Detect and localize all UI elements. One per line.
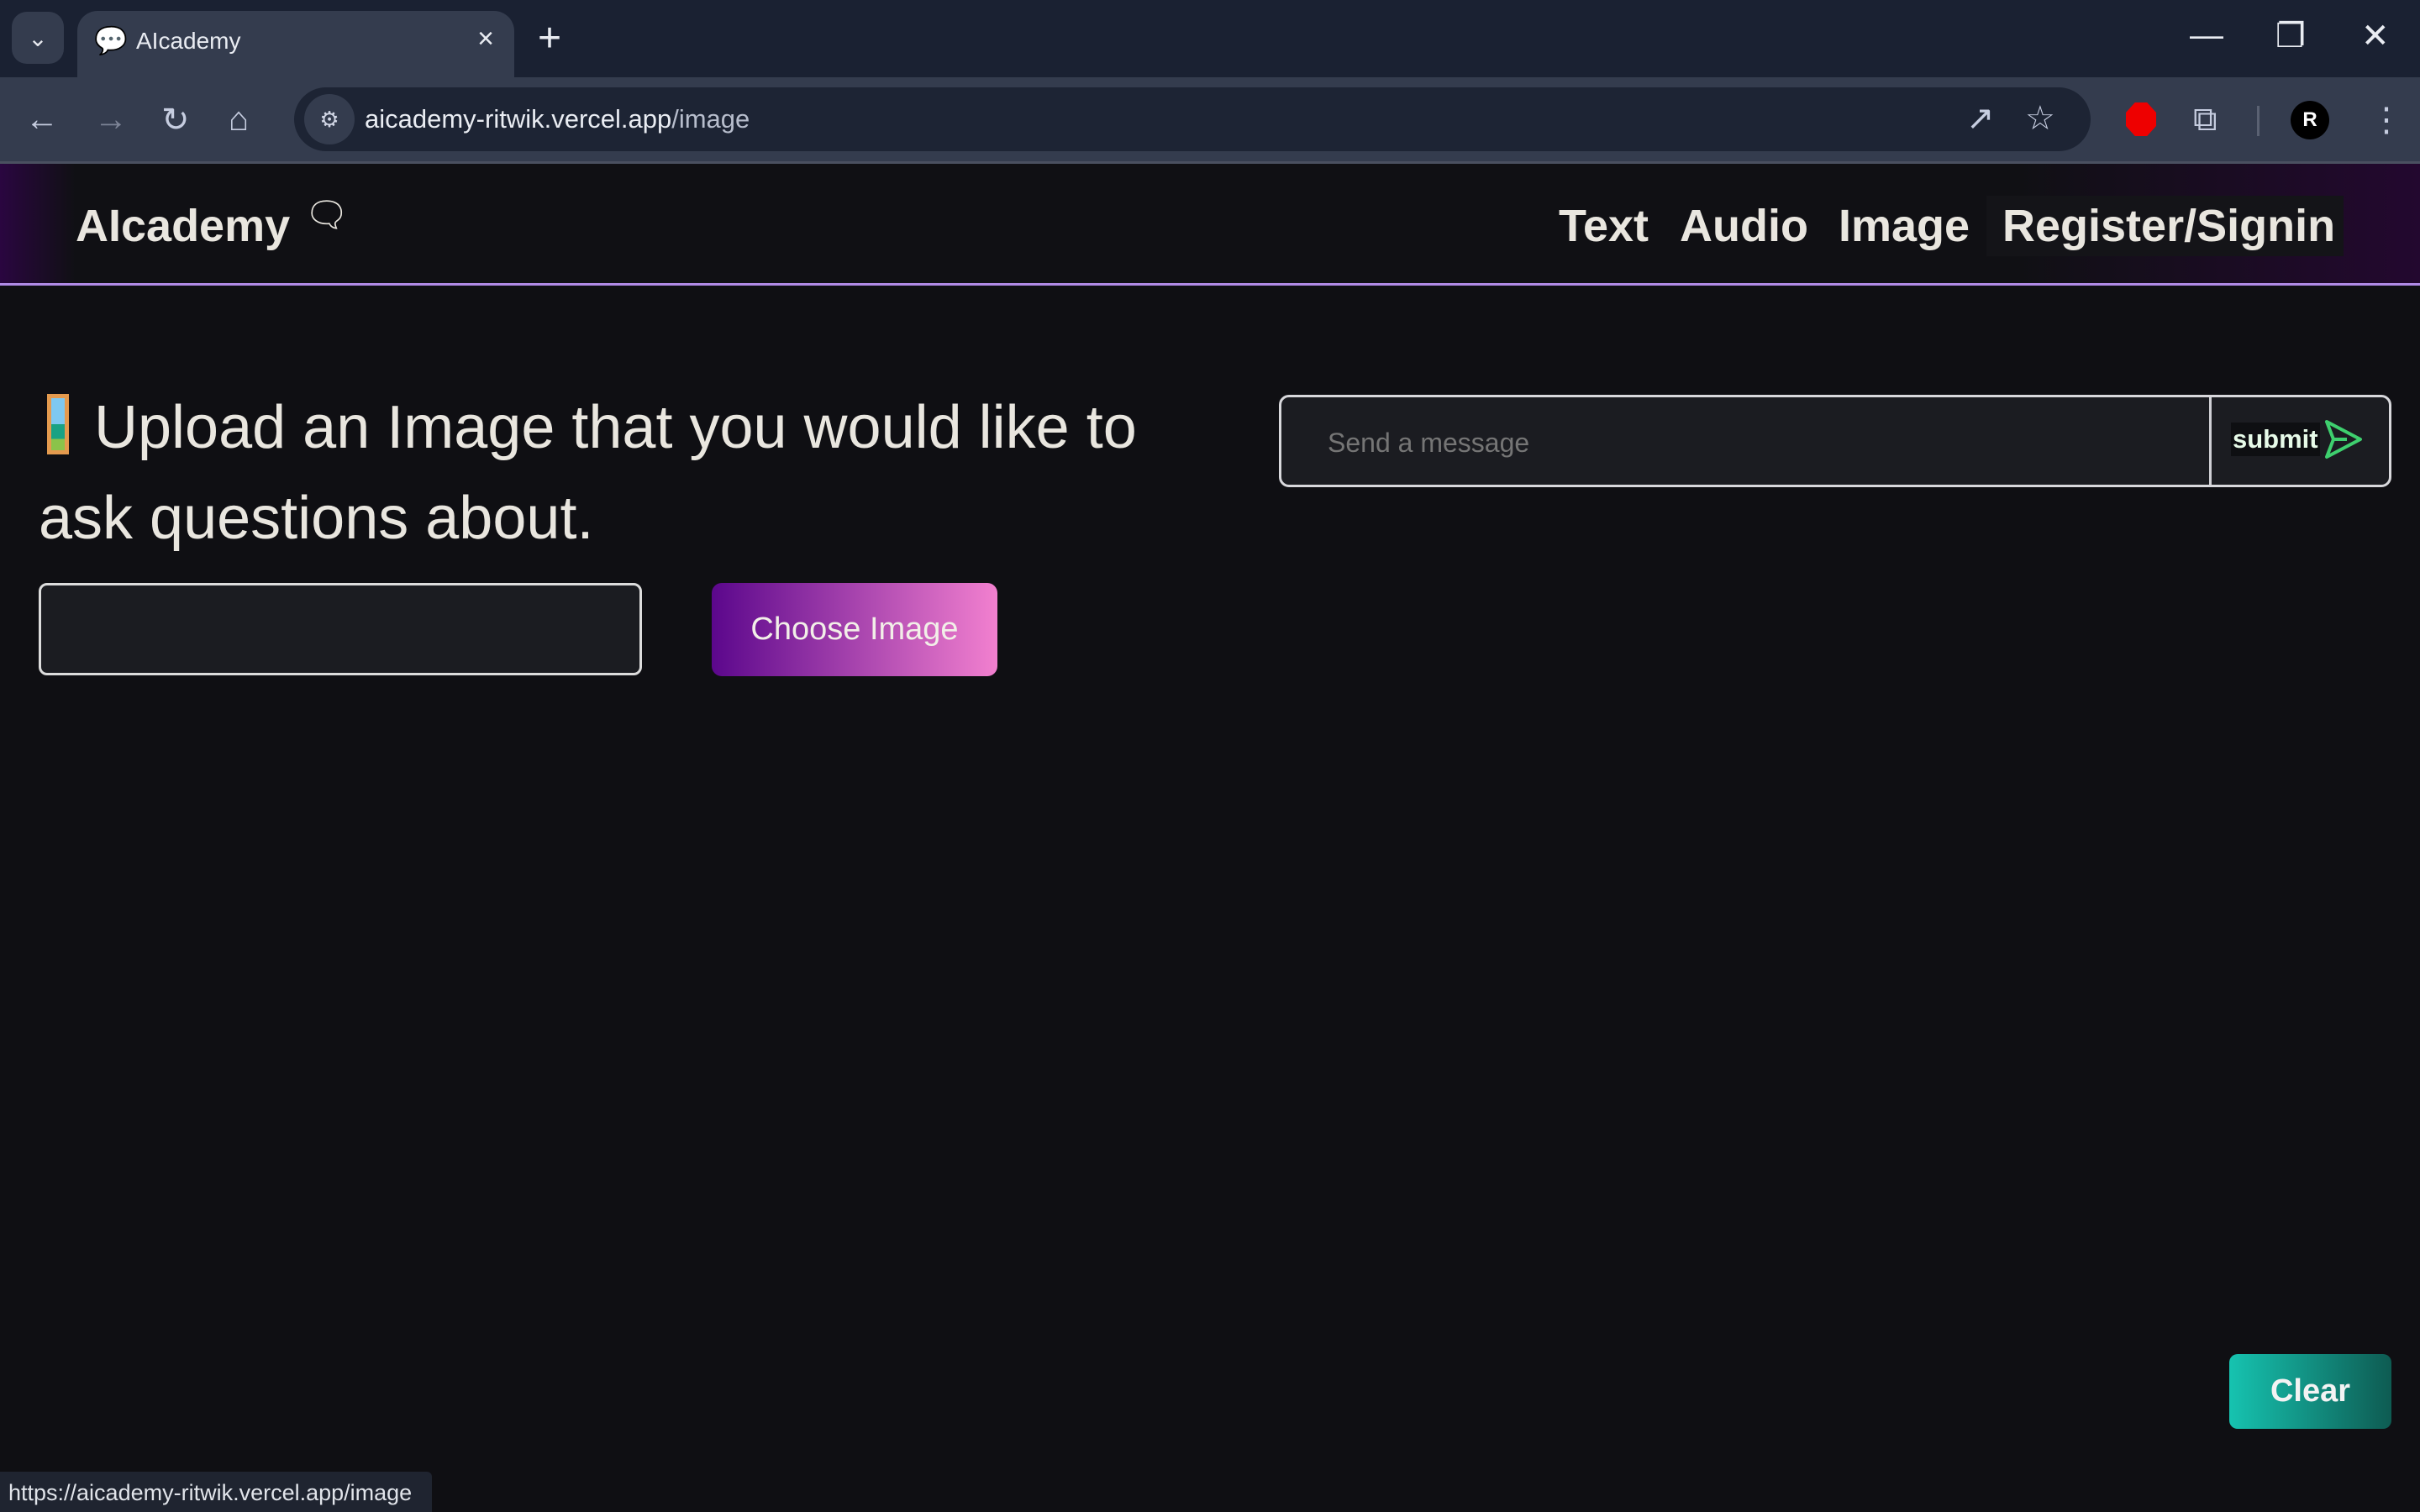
- minimize-icon[interactable]: —: [2190, 17, 2223, 55]
- close-tab-icon[interactable]: ×: [477, 23, 494, 55]
- message-input[interactable]: [1328, 428, 2168, 459]
- reload-icon[interactable]: ↻: [161, 101, 190, 139]
- nav-image[interactable]: Image: [1839, 200, 1970, 252]
- nav-audio[interactable]: Audio: [1680, 200, 1808, 252]
- chevron-down-icon: ⌄: [28, 24, 48, 51]
- send-icon[interactable]: [2323, 418, 2364, 460]
- chat-bubble-icon: 💬: [94, 25, 128, 55]
- new-tab-button[interactable]: +: [538, 15, 561, 61]
- nav-text[interactable]: Text: [1559, 200, 1649, 252]
- window-close-icon[interactable]: ✕: [2361, 17, 2390, 55]
- page-heading: Upload an Image that you would like to a…: [39, 394, 1137, 552]
- clear-button[interactable]: Clear: [2229, 1354, 2391, 1429]
- profile-avatar[interactable]: R: [2291, 101, 2329, 139]
- forward-icon[interactable]: →: [94, 101, 128, 139]
- tab-title: AIcademy: [136, 28, 241, 54]
- nav-register-signin[interactable]: Register/Signin: [2002, 200, 2335, 252]
- star-icon[interactable]: ☆: [2025, 99, 2055, 138]
- submit-button[interactable]: submit: [2231, 423, 2320, 456]
- choose-image-button[interactable]: Choose Image: [712, 583, 997, 676]
- status-bar-url: https://aicademy-ritwik.vercel.app/image: [0, 1472, 432, 1512]
- tab-search-button[interactable]: ⌄: [12, 12, 64, 64]
- chat-bubble-icon: 🗨: [304, 195, 350, 234]
- brand-logo[interactable]: AIcademy: [76, 200, 290, 252]
- open-external-icon[interactable]: ↗: [1966, 99, 1995, 138]
- image-file-field[interactable]: [39, 583, 642, 675]
- site-settings-icon[interactable]: ⚙: [304, 94, 355, 144]
- menu-kebab-icon[interactable]: ⋮: [2370, 101, 2403, 139]
- restore-icon[interactable]: ❐: [2275, 17, 2306, 55]
- extensions-icon[interactable]: ⧉: [2193, 101, 2217, 139]
- back-icon[interactable]: ←: [25, 101, 59, 139]
- address-bar[interactable]: ⚙ aicademy-ritwik.vercel.app/image ↗ ☆: [294, 87, 2091, 151]
- message-form: submit: [1279, 395, 2391, 487]
- toolbar-divider: [2257, 106, 2260, 136]
- framed-picture-icon: [47, 394, 69, 454]
- input-divider: [2209, 397, 2212, 485]
- url-text[interactable]: aicademy-ritwik.vercel.app/image: [365, 104, 750, 134]
- home-icon[interactable]: ⌂: [229, 101, 249, 139]
- browser-tab[interactable]: 💬 AIcademy ×: [77, 11, 514, 78]
